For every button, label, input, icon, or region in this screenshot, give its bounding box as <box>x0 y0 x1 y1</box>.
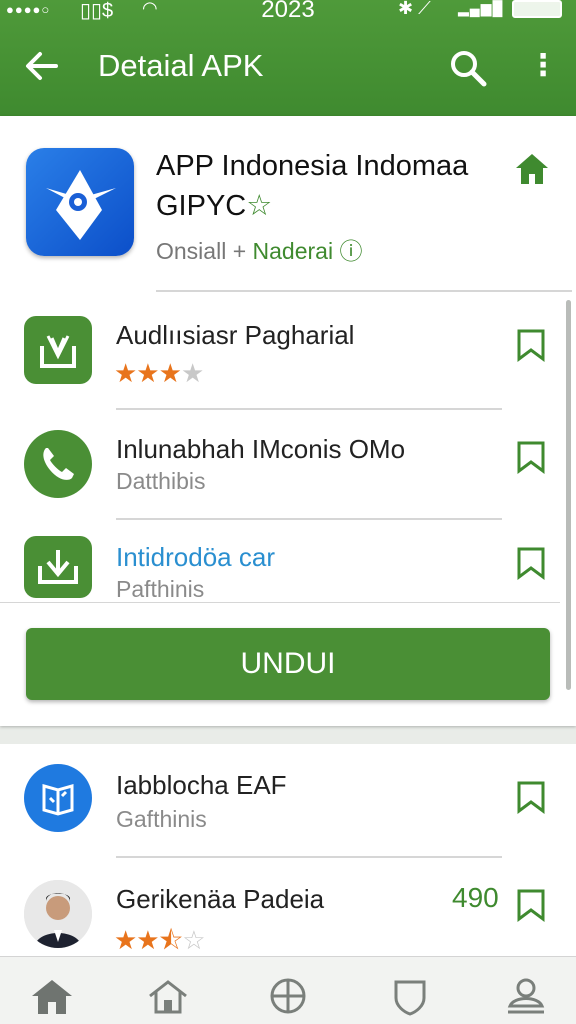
star-outline-icon: ☆ <box>246 190 273 222</box>
avatar <box>24 880 92 948</box>
more-app-title[interactable]: Iabblocha EAF <box>116 770 287 801</box>
app-title: APP Indonesia Indomaa GIPYC☆ <box>156 146 496 226</box>
search-svg <box>451 51 487 87</box>
house-icon[interactable] <box>514 150 550 186</box>
download-count: 490 <box>452 882 499 913</box>
app-meta: Onsiall + Naderai ⓘ <box>156 232 362 266</box>
scrollbar[interactable] <box>566 300 571 690</box>
phone-svg <box>43 448 74 480</box>
bookmark-svg <box>517 889 545 922</box>
app-meta-prefix: Onsiall + <box>156 238 247 264</box>
download-tray-svg <box>40 335 76 368</box>
bookmark-icon[interactable] <box>516 440 546 474</box>
house-icon[interactable] <box>146 976 190 1016</box>
book-icon <box>24 764 92 832</box>
globe-icon[interactable] <box>266 976 310 1016</box>
divider <box>116 408 502 410</box>
nav-user-svg <box>507 978 545 1014</box>
battery-icon <box>512 0 562 18</box>
download-svg <box>38 550 78 584</box>
status-bar: ●●●●○ ▯▯$ ◠ 2023 ✱ ⟋ ▂▄▆█ <box>0 0 576 24</box>
bluetooth-icon: ✱ ⟋ <box>398 0 431 18</box>
back-arrow-svg <box>26 52 58 80</box>
nav-shield-svg <box>394 980 426 1016</box>
bookmark-icon[interactable] <box>516 888 546 922</box>
download-button[interactable]: UNDUI <box>26 628 550 700</box>
rating-stars: ★★★★ <box>114 358 204 389</box>
bookmark-svg <box>517 329 545 362</box>
star-filled-icon: ★★ <box>114 925 160 955</box>
nav-house-svg <box>149 980 187 1014</box>
related-app-subtitle: Datthibis <box>116 468 206 494</box>
related-app-title[interactable]: Audlıısiasr Pagharial <box>116 320 354 351</box>
star-empty-icon: ★ <box>180 358 204 388</box>
user-icon[interactable] <box>504 976 548 1016</box>
related-app-subtitle: Pafthinis <box>116 576 205 602</box>
divider <box>156 290 572 292</box>
divider <box>0 602 560 603</box>
download-tray-icon <box>24 316 92 384</box>
bookmark-svg <box>517 781 545 814</box>
app-icon <box>26 148 134 256</box>
download-icon <box>24 536 92 598</box>
star-empty-icon: ☆ <box>182 925 205 955</box>
developer-name[interactable]: Naderai <box>253 238 334 264</box>
search-icon[interactable] <box>448 48 488 88</box>
house-svg <box>516 154 548 184</box>
bookmark-icon[interactable] <box>516 328 546 362</box>
shield-icon[interactable] <box>388 976 432 1016</box>
star-half-icon: ⯪ <box>158 925 184 955</box>
more-options-icon[interactable]: ⋮ <box>528 48 558 88</box>
related-app-title[interactable]: Intidrodöa car <box>116 542 275 573</box>
phone-icon <box>24 430 92 498</box>
info-icon[interactable]: ⓘ <box>339 238 362 264</box>
bookmark-icon[interactable] <box>516 546 546 580</box>
star-filled-icon: ★★★ <box>114 358 182 388</box>
more-app-subtitle: Gafthinis <box>116 806 207 832</box>
app-logo-svg <box>46 170 116 240</box>
bookmark-svg <box>517 547 545 580</box>
more-app-title[interactable]: Gerikenäa Padeia <box>116 884 324 915</box>
divider <box>116 856 502 858</box>
related-app-title[interactable]: Inlunabhah IMconis OMo <box>116 434 405 465</box>
home-icon[interactable] <box>30 976 74 1016</box>
avatar-svg <box>24 880 92 948</box>
nav-globe-svg <box>270 978 306 1014</box>
book-svg <box>42 784 74 816</box>
bookmark-svg <box>517 441 545 474</box>
bookmark-icon[interactable] <box>516 780 546 814</box>
divider <box>116 518 502 520</box>
back-arrow-icon[interactable] <box>22 46 62 86</box>
nav-home-svg <box>32 980 72 1014</box>
cell-signal-icon: ▂▄▆█ <box>458 0 504 16</box>
app-title-text: APP Indonesia Indomaa GIPYC <box>156 150 469 222</box>
page-title: Detaial APK <box>98 48 264 83</box>
